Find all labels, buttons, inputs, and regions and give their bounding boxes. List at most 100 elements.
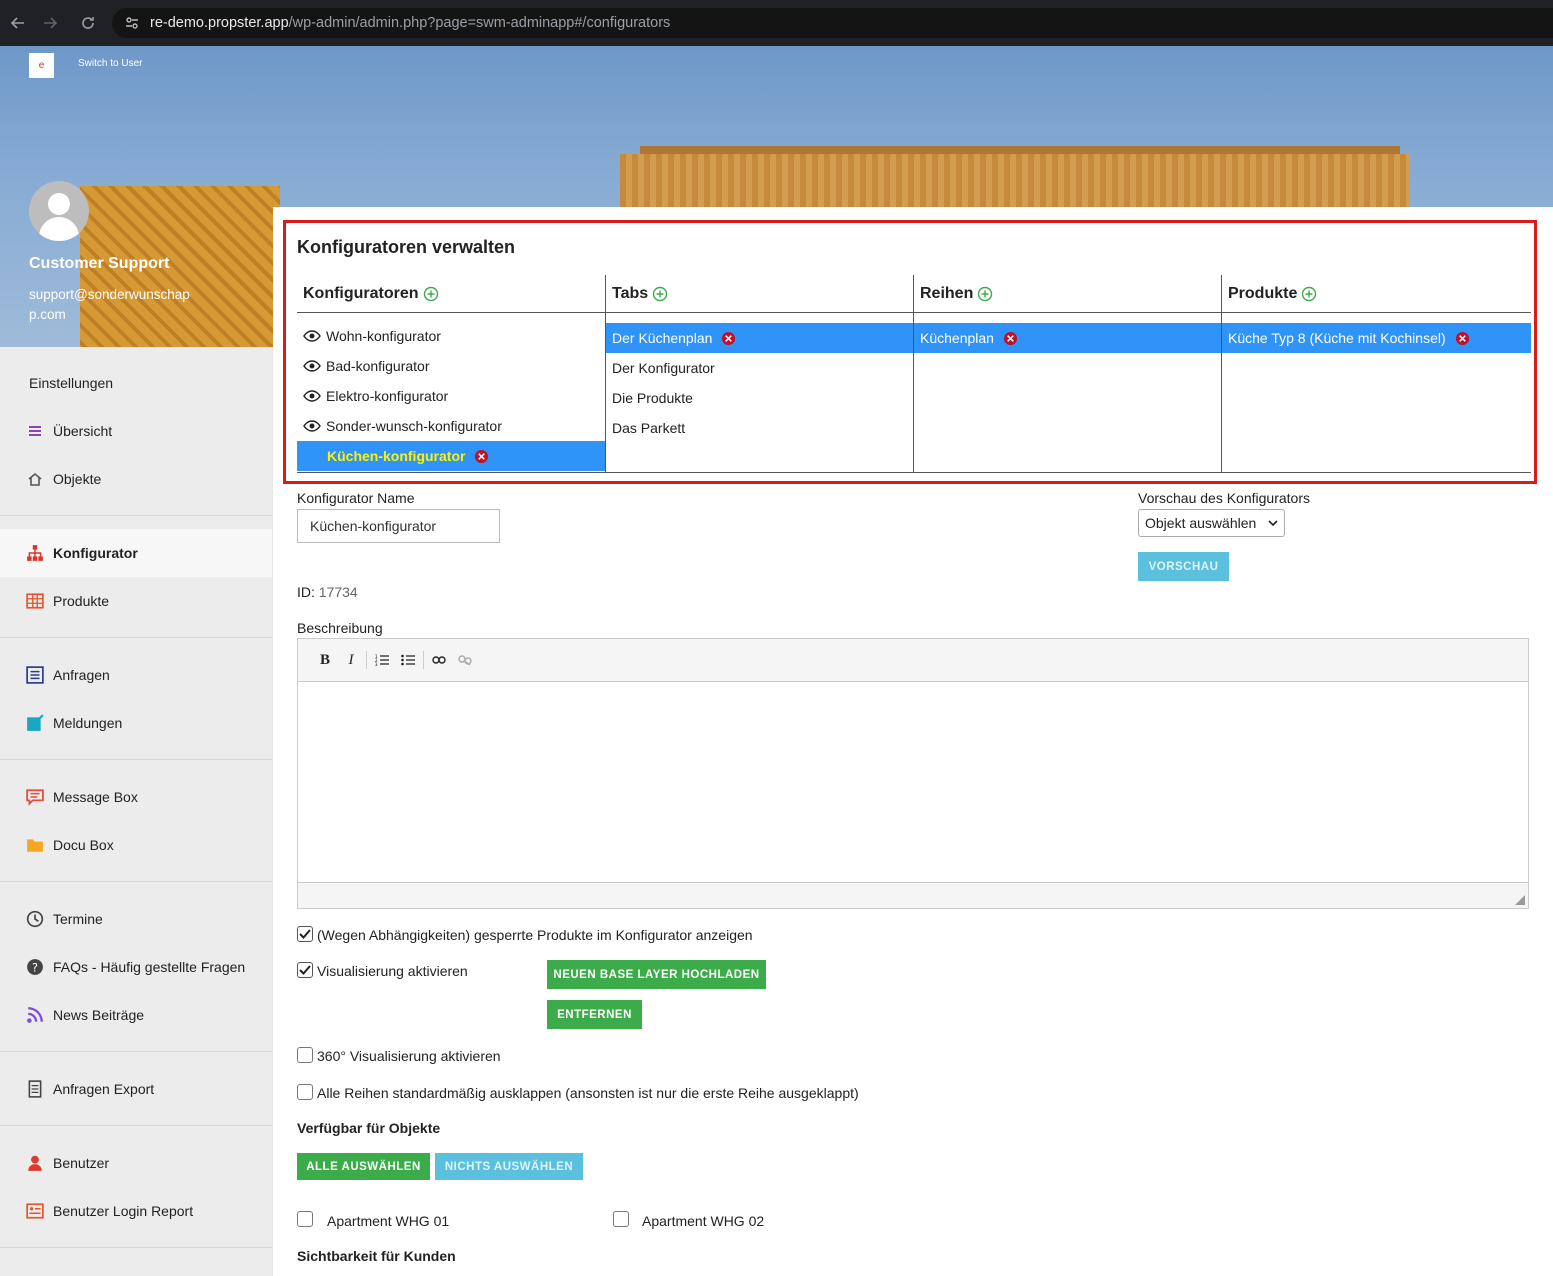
url-path: /wp-admin/admin.php?page=swm-adminapp#/c… <box>288 15 671 31</box>
preview-button[interactable]: VORSCHAU <box>1138 552 1229 581</box>
locked-products-checkbox[interactable] <box>297 926 313 942</box>
upload-base-layer-button[interactable]: NEUEN BASE LAYER HOCHLADEN <box>547 960 766 989</box>
sidebar-item-login-report[interactable]: Benutzer Login Report <box>0 1187 272 1235</box>
sidebar-item-news[interactable]: News Beiträge <box>0 991 272 1039</box>
column-title: Produkte <box>1228 284 1298 302</box>
name-input[interactable]: Küchen-konfigurator <box>297 509 500 543</box>
list-item[interactable]: Die Produkte <box>606 383 913 413</box>
edit-icon <box>25 713 45 733</box>
reload-icon[interactable] <box>70 5 106 41</box>
bullet-list-icon[interactable] <box>395 648 421 672</box>
eye-icon[interactable] <box>303 330 321 342</box>
sidebar-item-benutzer[interactable]: Benutzer <box>0 1139 272 1187</box>
site-settings-icon[interactable] <box>122 13 142 33</box>
sidebar-item-label: Docu Box <box>53 837 114 853</box>
id-label: ID: <box>297 584 315 600</box>
column-konfiguratoren: Konfiguratoren Wohn-konfigurator Bad-kon… <box>297 275 605 472</box>
sidebar-item-konfigurator[interactable]: Konfigurator <box>0 529 272 577</box>
eye-icon[interactable] <box>303 360 321 372</box>
sidebar-item-anfragen-export[interactable]: Anfragen Export <box>0 1065 272 1113</box>
sidebar: Einstellungen Übersicht Objekte Konfigur… <box>0 347 272 1276</box>
column-header: Tabs <box>606 275 913 313</box>
sidebar-item-label: Übersicht <box>53 423 113 439</box>
divider <box>0 759 272 760</box>
list-item[interactable]: Der Konfigurator <box>606 353 913 383</box>
add-icon[interactable] <box>652 286 668 302</box>
eye-icon[interactable] <box>303 420 321 432</box>
report-icon <box>25 1201 45 1221</box>
select-all-button[interactable]: ALLE AUSWÄHLEN <box>297 1153 430 1180</box>
apartment-label: Apartment WHG 02 <box>642 1213 765 1229</box>
list-item-selected[interactable]: Küche Typ 8 (Küche mit Kochinsel) <box>1222 323 1531 353</box>
sidebar-item-docu-box[interactable]: Docu Box <box>0 821 272 869</box>
switch-to-user-link[interactable]: Switch to User <box>78 58 142 69</box>
sidebar-item-meldungen[interactable]: Meldungen <box>0 699 272 747</box>
ordered-list-icon[interactable]: 123 <box>369 648 395 672</box>
preview-select[interactable]: Objekt auswählen <box>1138 509 1285 537</box>
delete-icon[interactable] <box>721 331 736 346</box>
bold-icon[interactable]: B <box>312 648 338 672</box>
sidebar-item-message-box[interactable]: Message Box <box>0 773 272 821</box>
sitemap-icon <box>25 543 45 563</box>
visualization-checkbox[interactable] <box>297 962 313 978</box>
list-item[interactable]: Sonder-wunsch-konfigurator <box>297 411 605 441</box>
apartment-checkbox[interactable] <box>613 1211 629 1227</box>
list-item-selected[interactable]: Küchenplan <box>914 323 1221 353</box>
column-title: Konfiguratoren <box>303 284 419 302</box>
sidebar-item-label: Benutzer <box>53 1155 110 1171</box>
list-item-label: Die Produkte <box>612 390 693 406</box>
resize-handle-icon[interactable] <box>1515 895 1525 905</box>
list-item[interactable]: Elektro-konfigurator <box>297 381 605 411</box>
sidebar-item-label: Anfragen Export <box>53 1081 155 1097</box>
list-item-label: Sonder-wunsch-konfigurator <box>326 418 502 434</box>
divider <box>0 637 272 638</box>
sidebar-item-label: Meldungen <box>53 715 123 731</box>
eye-icon[interactable] <box>303 390 321 402</box>
sidebar-item-objekte[interactable]: Objekte <box>0 455 272 503</box>
add-icon[interactable] <box>423 286 439 302</box>
list-item-label: Küche Typ 8 (Küche mit Kochinsel) <box>1228 330 1446 346</box>
unlink-icon[interactable] <box>452 648 478 672</box>
expand-rows-checkbox[interactable] <box>297 1084 313 1100</box>
delete-icon[interactable] <box>1455 331 1470 346</box>
hero-decoration <box>620 154 1410 214</box>
sidebar-item-label: Produkte <box>53 593 110 609</box>
remove-button[interactable]: ENTFERNEN <box>547 1000 642 1029</box>
forward-icon[interactable] <box>32 5 68 41</box>
list-item-selected[interactable]: Küchen-konfigurator <box>297 441 605 471</box>
select-none-button[interactable]: NICHTS AUSWÄHLEN <box>435 1153 583 1180</box>
sidebar-item-anfragen[interactable]: Anfragen <box>0 651 272 699</box>
link-icon[interactable] <box>426 648 452 672</box>
divider <box>0 881 272 882</box>
main-content: Konfiguratoren verwalten Konfiguratoren … <box>273 207 1553 1276</box>
sidebar-item-produkte[interactable]: Produkte <box>0 577 272 625</box>
italic-icon[interactable]: I <box>338 648 364 672</box>
back-icon[interactable] <box>0 5 36 41</box>
delete-icon[interactable] <box>1003 331 1018 346</box>
delete-icon[interactable] <box>474 449 489 464</box>
add-icon[interactable] <box>1301 286 1317 302</box>
list-item[interactable]: Bad-konfigurator <box>297 351 605 381</box>
sidebar-item-label: Einstellungen <box>29 375 114 391</box>
avatar <box>29 181 89 241</box>
divider <box>423 651 424 669</box>
visualization-360-checkbox[interactable] <box>297 1047 313 1063</box>
profile-name: Customer Support <box>29 255 170 272</box>
sidebar-item-faqs[interactable]: ? FAQs - Häufig gestellte Fragen <box>0 943 272 991</box>
app-logo[interactable]: e <box>29 53 54 78</box>
add-icon[interactable] <box>977 286 993 302</box>
list-item[interactable]: Das Parkett <box>606 413 913 443</box>
sidebar-item-uebersicht[interactable]: Übersicht <box>0 407 272 455</box>
list-item-label: Küchen-konfigurator <box>327 448 466 464</box>
url-host: re-demo.propster.app <box>150 15 289 31</box>
apartment-checkbox[interactable] <box>297 1211 313 1227</box>
list-item-selected[interactable]: Der Küchenplan <box>606 323 913 353</box>
clock-icon <box>25 909 45 929</box>
description-editor[interactable]: B I 123 <box>297 638 1529 909</box>
address-bar[interactable]: re-demo.propster.app/wp-admin/admin.php?… <box>112 8 1553 38</box>
sidebar-item-einstellungen[interactable]: Einstellungen <box>0 359 272 407</box>
svg-text:?: ? <box>32 962 38 975</box>
folder-icon <box>25 835 45 855</box>
sidebar-item-termine[interactable]: Termine <box>0 895 272 943</box>
list-item[interactable]: Wohn-konfigurator <box>297 321 605 351</box>
